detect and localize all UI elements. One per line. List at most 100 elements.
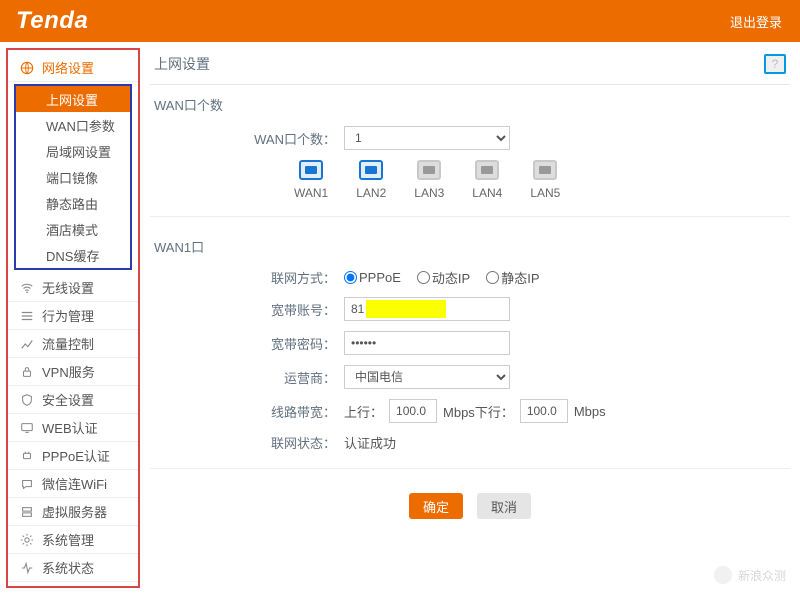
port-label: WAN1 [294, 186, 328, 200]
radio-input[interactable] [486, 271, 499, 284]
logout-link[interactable]: 退出登录 [730, 12, 782, 31]
radio-static[interactable]: 静态IP [486, 268, 539, 287]
port-lan2: LAN2 [356, 160, 386, 200]
input-password[interactable] [344, 331, 510, 355]
sidebar-sub-item[interactable]: 静态路由 [16, 190, 130, 216]
row-bandwidth: 线路带宽： 上行： Mbps下行： Mbps [154, 399, 786, 423]
sidebar-sub-item[interactable]: 局域网设置 [16, 138, 130, 164]
sidebar-item-label: 微信连WiFi [42, 474, 107, 493]
sidebar-subgroup: 上网设置 WAN口参数 局域网设置 端口镜像 静态路由 酒店模式 DNS缓存 [14, 84, 132, 270]
sidebar-item-sysmanage[interactable]: 系统管理 [8, 526, 138, 554]
page-title: 上网设置 [154, 54, 210, 74]
button-row: 确定 取消 [150, 493, 790, 519]
radio-input[interactable] [417, 271, 430, 284]
label-wan-count: WAN口个数： [154, 129, 344, 148]
main-panel: 上网设置 ? WAN口个数 WAN口个数： 1 WAN1 LAN2 LAN3 L… [140, 42, 800, 594]
row-username: 宽带账号： [154, 297, 786, 321]
input-bw-down[interactable] [520, 399, 568, 423]
divider [150, 216, 790, 217]
cancel-button[interactable]: 取消 [477, 493, 531, 519]
select-wan-count[interactable]: 1 [344, 126, 510, 150]
sidebar-sub-item[interactable]: 端口镜像 [16, 164, 130, 190]
sidebar-item-security[interactable]: 安全设置 [8, 386, 138, 414]
page-title-bar: 上网设置 ? [150, 48, 790, 85]
section-wan1: WAN1口 联网方式： PPPoE 动态IP 静态IP 宽带账号： [150, 227, 790, 452]
globe-icon [20, 61, 34, 75]
plug-icon [20, 449, 34, 463]
port-label: LAN2 [356, 186, 386, 200]
sidebar-item-wechat[interactable]: 微信连WiFi [8, 470, 138, 498]
port-wan1: WAN1 [294, 160, 328, 200]
sidebar-sub-item[interactable]: WAN口参数 [16, 112, 130, 138]
section-title: WAN1口 [154, 237, 786, 256]
server-icon [20, 505, 34, 519]
sidebar-item-traffic[interactable]: 流量控制 [8, 330, 138, 358]
label-username: 宽带账号： [154, 300, 344, 319]
lock-icon [20, 365, 34, 379]
sidebar: 网络设置 上网设置 WAN口参数 局域网设置 端口镜像 静态路由 酒店模式 DN… [6, 48, 140, 588]
row-isp: 运营商： 中国电信 [154, 365, 786, 389]
sidebar-item-label: 网络设置 [42, 58, 94, 77]
sidebar-sub-item[interactable]: DNS缓存 [16, 242, 130, 268]
sidebar-item-pppoe[interactable]: PPPoE认证 [8, 442, 138, 470]
sidebar-item-label: PPPoE认证 [42, 446, 110, 465]
select-isp[interactable]: 中国电信 [344, 365, 510, 389]
sidebar-item-label: 虚拟服务器 [42, 502, 107, 521]
ok-button[interactable]: 确定 [409, 493, 463, 519]
sidebar-sub-item[interactable]: 上网设置 [16, 86, 130, 112]
status-value: 认证成功 [344, 433, 396, 452]
port-label: LAN3 [414, 186, 444, 200]
port-icon [475, 160, 499, 180]
shield-icon [20, 393, 34, 407]
sidebar-item-behavior[interactable]: 行为管理 [8, 302, 138, 330]
row-conn-type: 联网方式： PPPoE 动态IP 静态IP [154, 268, 786, 287]
monitor-icon [20, 421, 34, 435]
label-status: 联网状态： [154, 433, 344, 452]
row-wan-count: WAN口个数： 1 [154, 126, 786, 150]
port-icon [359, 160, 383, 180]
help-button[interactable]: ? [764, 54, 786, 74]
top-header: Tenda 退出登录 [0, 0, 800, 42]
label-password: 宽带密码： [154, 334, 344, 353]
sidebar-item-label: WEB认证 [42, 418, 98, 437]
logo: Tenda [16, 7, 88, 35]
port-label: LAN4 [472, 186, 502, 200]
sidebar-item-sysstatus[interactable]: 系统状态 [8, 554, 138, 582]
sidebar-item-label: 行为管理 [42, 306, 94, 325]
sidebar-item-network[interactable]: 网络设置 [8, 54, 138, 82]
section-wan-count: WAN口个数 WAN口个数： 1 WAN1 LAN2 LAN3 LAN4 LAN… [150, 85, 790, 200]
list-icon [20, 309, 34, 323]
chart-icon [20, 337, 34, 351]
radio-input[interactable] [344, 271, 357, 284]
label-bandwidth: 线路带宽： [154, 402, 344, 421]
sidebar-item-label: VPN服务 [42, 362, 95, 381]
sidebar-item-label: 流量控制 [42, 334, 94, 353]
port-label: LAN5 [530, 186, 560, 200]
sidebar-item-vpn[interactable]: VPN服务 [8, 358, 138, 386]
divider [150, 468, 790, 469]
row-password: 宽带密码： [154, 331, 786, 355]
redaction-highlight [366, 300, 446, 318]
sidebar-sub-item[interactable]: 酒店模式 [16, 216, 130, 242]
wifi-icon [20, 281, 34, 295]
sidebar-item-wireless[interactable]: 无线设置 [8, 274, 138, 302]
input-bw-up[interactable] [389, 399, 437, 423]
radio-dhcp[interactable]: 动态IP [417, 268, 470, 287]
unit-mbps: Mbps下行： [443, 402, 514, 421]
port-lan5: LAN5 [530, 160, 560, 200]
sidebar-item-label: 系统管理 [42, 530, 94, 549]
watermark: 新浪众测 [712, 564, 786, 586]
sidebar-item-webauth[interactable]: WEB认证 [8, 414, 138, 442]
main-container: 网络设置 上网设置 WAN口参数 局域网设置 端口镜像 静态路由 酒店模式 DN… [0, 42, 800, 594]
sidebar-item-label: 无线设置 [42, 278, 94, 297]
label-isp: 运营商： [154, 368, 344, 387]
sidebar-item-vserver[interactable]: 虚拟服务器 [8, 498, 138, 526]
sidebar-item-label: 系统状态 [42, 558, 94, 577]
radio-pppoe[interactable]: PPPoE [344, 270, 401, 285]
unit-mbps: Mbps [574, 404, 606, 419]
activity-icon [20, 561, 34, 575]
row-status: 联网状态： 认证成功 [154, 433, 786, 452]
port-icon [299, 160, 323, 180]
sidebar-item-label: 安全设置 [42, 390, 94, 409]
section-title: WAN口个数 [154, 95, 786, 114]
